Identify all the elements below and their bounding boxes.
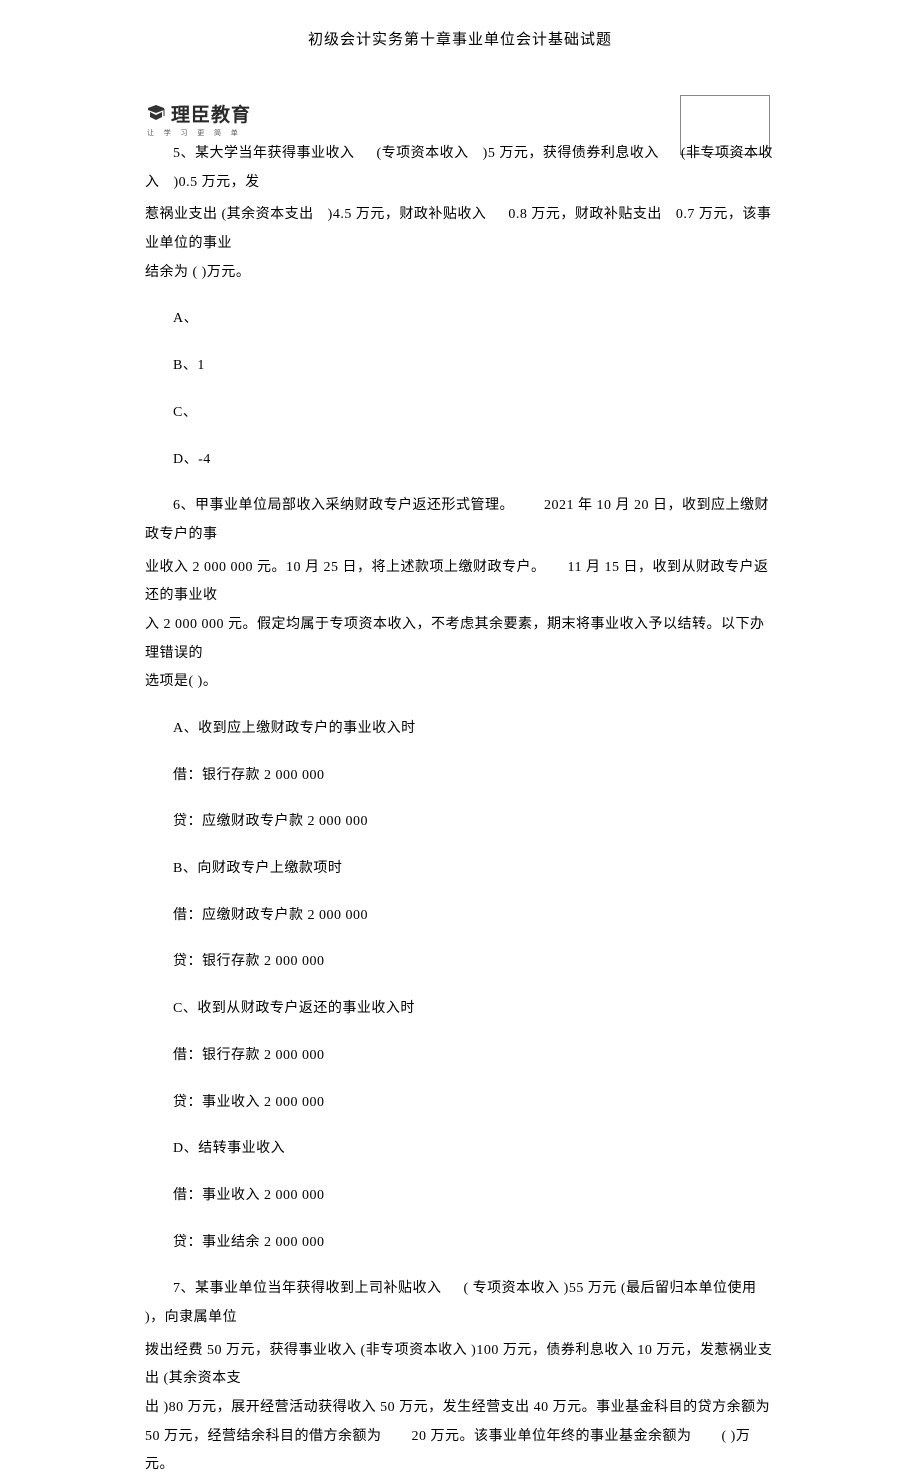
q6-option-b: B、向财政专户上缴款项时: [145, 855, 775, 884]
text: )4.5 万元，财政补贴收入: [328, 207, 487, 222]
text: )5 万元，获得债券利息收入: [483, 146, 659, 161]
text: (专项资本收入: [377, 146, 469, 161]
q6-b-debit: 借：应缴财政专户款 2 000 000: [145, 902, 775, 931]
q6-line1: 6、甲事业单位局部收入采纳财政专户返还形式管理。 2021 年 10 月 20 …: [145, 492, 775, 549]
q6-line2: 业收入 2 000 000 元。10 月 25 日，将上述款项上缴财政专户。 1…: [145, 554, 775, 611]
text: 0.8 万元，财政补贴支出: [508, 207, 662, 222]
q6-line3: 入 2 000 000 元。假定均属于专项资本收入，不考虑其余要素，期末将事业收…: [145, 611, 775, 668]
text: 5、某大学当年获得事业收入: [173, 146, 355, 161]
logo-icon: [145, 104, 167, 124]
q5-line3: 结余为 ( )万元。: [145, 259, 775, 288]
q6-a-debit: 借：银行存款 2 000 000: [145, 762, 775, 791]
page-title: 初级会计实务第十章事业单位会计基础试题: [0, 0, 920, 49]
q7-line3: 出 )80 万元，展开经营活动获得收入 50 万元，发生经营支出 40 万元。事…: [145, 1394, 775, 1423]
text: 7、某事业单位当年获得收到上司补贴收入: [173, 1281, 442, 1296]
text: 业收入 2 000 000 元。10 月 25 日，将上述款项上缴财政专户。: [145, 560, 546, 575]
text: ( 专项资本收入 )55 万元 (最后留归本单位使用: [464, 1281, 757, 1296]
document-body: 5、某大学当年获得事业收入 (专项资本收入 )5 万元，获得债券利息收入 (非专…: [145, 140, 775, 1480]
q6-d-credit: 贷：事业结余 2 000 000: [145, 1229, 775, 1258]
q6-option-c: C、收到从财政专户返还的事业收入时: [145, 995, 775, 1024]
q6-option-d: D、结转事业收入: [145, 1135, 775, 1164]
text: 50 万元，经营结余科目的借方余额为: [145, 1429, 382, 1444]
q6-d-debit: 借：事业收入 2 000 000: [145, 1182, 775, 1211]
q6-c-credit: 贷：事业收入 2 000 000: [145, 1089, 775, 1118]
text: 6、甲事业单位局部收入采纳财政专户返还形式管理。: [173, 498, 514, 513]
text: )，向隶属单位: [145, 1310, 237, 1325]
q5-line2: 惹祸业支出 (其余资本支出 )4.5 万元，财政补贴收入 0.8 万元，财政补贴…: [145, 201, 775, 258]
q5-option-d: D、-4: [145, 446, 775, 475]
logo-text-main: 理臣教育: [171, 100, 251, 127]
q5-option-b: B、1: [145, 352, 775, 381]
q6-b-credit: 贷：银行存款 2 000 000: [145, 948, 775, 977]
text: 20 万元。该事业单位年终的事业基金余额为: [412, 1429, 692, 1444]
q6-line4: 选项是( )。: [145, 668, 775, 697]
q6-option-a: A、收到应上缴财政专户的事业收入时: [145, 715, 775, 744]
q5-option-c: C、: [145, 399, 775, 428]
logo-block: 理臣教育 让 学 习 更 简 单: [145, 100, 251, 138]
q7-line4: 50 万元，经营结余科目的借方余额为 20 万元。该事业单位年终的事业基金余额为…: [145, 1423, 775, 1480]
text: )0.5 万元，发: [174, 175, 260, 190]
logo-text-sub: 让 学 习 更 简 单: [147, 128, 251, 138]
q5-line1: 5、某大学当年获得事业收入 (专项资本收入 )5 万元，获得债券利息收入 (非专…: [145, 140, 775, 197]
q7-line2: 拨出经费 50 万元，获得事业收入 (非专项资本收入 )100 万元，债券利息收…: [145, 1337, 775, 1394]
q5-option-a: A、: [145, 305, 775, 334]
text: 惹祸业支出 (其余资本支出: [145, 207, 314, 222]
q7-line1: 7、某事业单位当年获得收到上司补贴收入 ( 专项资本收入 )55 万元 (最后留…: [145, 1275, 775, 1332]
q6-c-debit: 借：银行存款 2 000 000: [145, 1042, 775, 1071]
q6-a-credit: 贷：应缴财政专户款 2 000 000: [145, 808, 775, 837]
